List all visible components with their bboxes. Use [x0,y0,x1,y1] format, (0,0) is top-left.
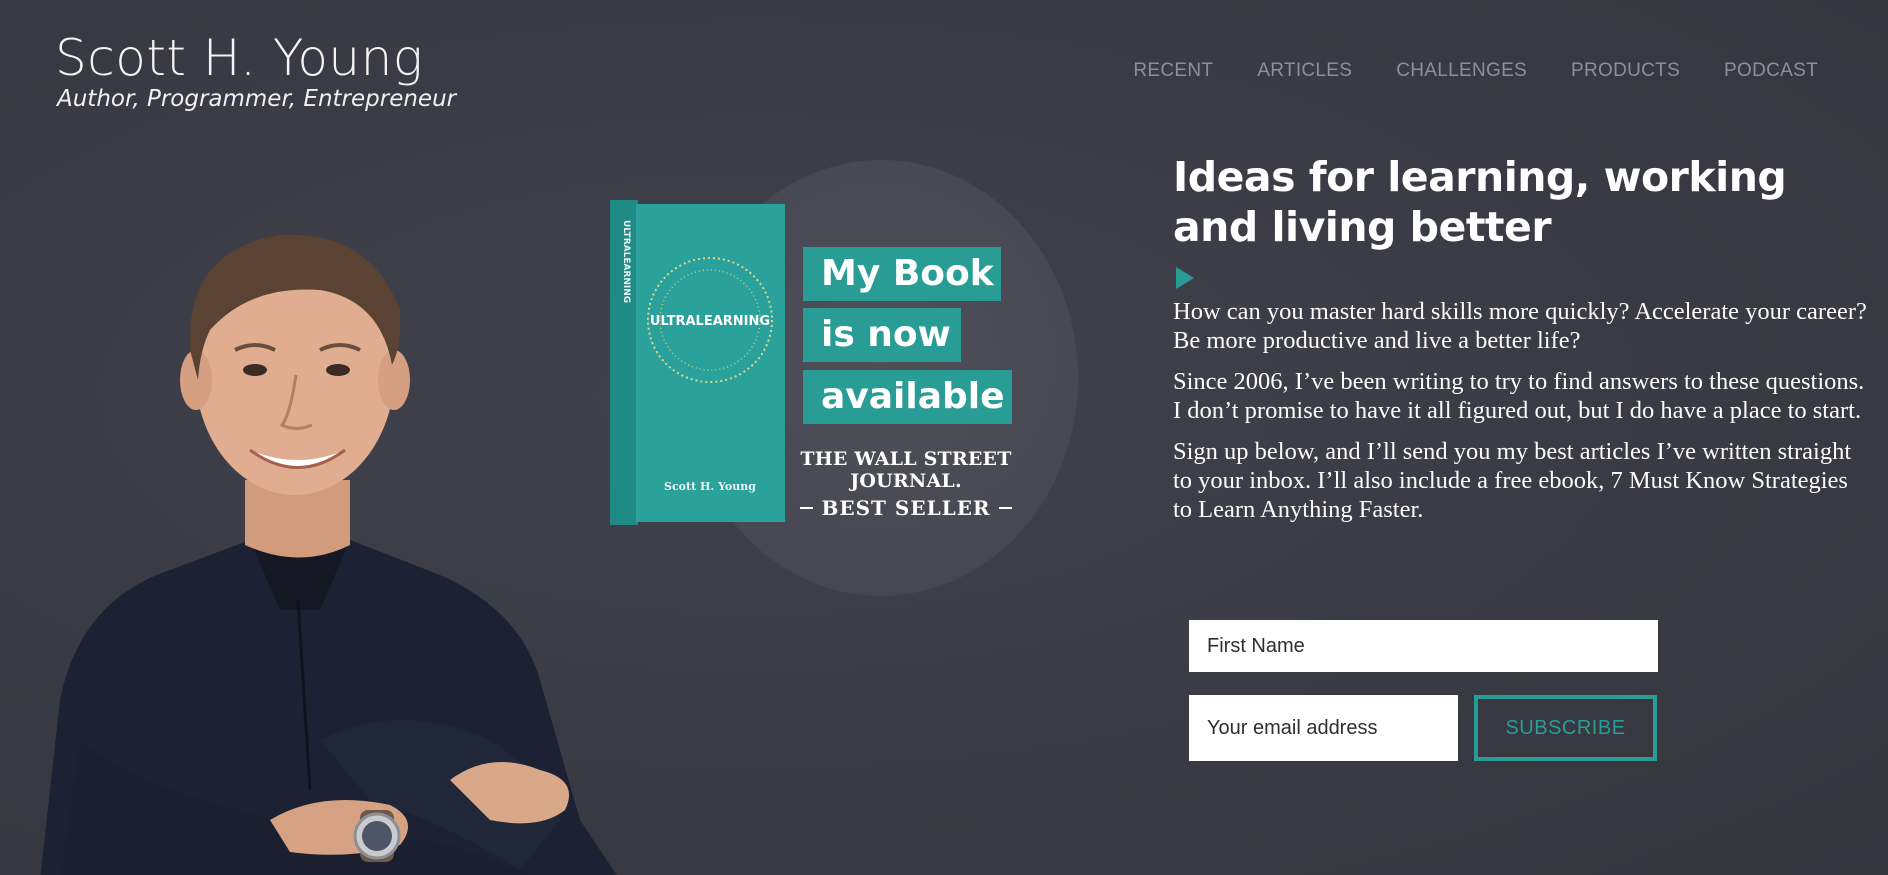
divider [998,507,1012,509]
promo-ribbon-line-2[interactable]: is now [803,308,961,362]
play-arrow-icon [1176,267,1194,289]
email-input[interactable] [1189,695,1458,761]
nav-item-recent[interactable]: RECENT [1133,60,1213,82]
nav-item-podcast[interactable]: PODCAST [1724,60,1818,82]
wsj-bestseller-badge: THE WALL STREET JOURNAL. BEST SELLER [800,448,1012,520]
nav-item-products[interactable]: PRODUCTS [1571,60,1680,82]
hero-paragraph: Sign up below, and I’ll send you my best… [1173,438,1852,523]
promo-ribbon-line-3[interactable]: available [803,370,1012,424]
divider [800,507,814,509]
book-spine-title: ULTRALEARNING [621,220,631,303]
book-cover-author: Scott H. Young [664,480,756,493]
site-brand[interactable]: Scott H. Young Author, Programmer, Entre… [55,28,456,112]
landing-page: Scott H. Young Author, Programmer, Entre… [0,0,1888,875]
book-cover-title: ULTRALEARNING [650,314,770,329]
site-title[interactable]: Scott H. Young [55,28,456,88]
promo-ribbon-line-1[interactable]: My Book [803,247,1001,301]
ultralearning-book-cover[interactable]: ULTRALEARNING Scott H. Young ULTRALEARNI… [610,200,785,525]
site-tagline: Author, Programmer, Entrepreneur [57,86,457,112]
hero-paragraph: Since 2006, I’ve been writing to try to … [1173,368,1865,424]
main-nav: RECENT ARTICLES CHALLENGES PRODUCTS PODC… [1133,60,1818,82]
first-name-input[interactable] [1189,620,1658,672]
nav-item-articles[interactable]: ARTICLES [1257,60,1352,82]
hero-paragraph: How can you master hard skills more quic… [1173,298,1867,354]
wsj-subline: BEST SELLER [800,496,1012,520]
wsj-badge-text: BEST SELLER [821,496,991,520]
subscribe-button[interactable]: SUBSCRIBE [1474,695,1657,761]
wsj-name: THE WALL STREET JOURNAL. [800,448,1012,492]
nav-item-challenges[interactable]: CHALLENGES [1396,60,1527,82]
hero-headline: Ideas for learning, working and living b… [1173,153,1787,251]
hero-copy: Ideas for learning, working and living b… [1173,152,1873,536]
